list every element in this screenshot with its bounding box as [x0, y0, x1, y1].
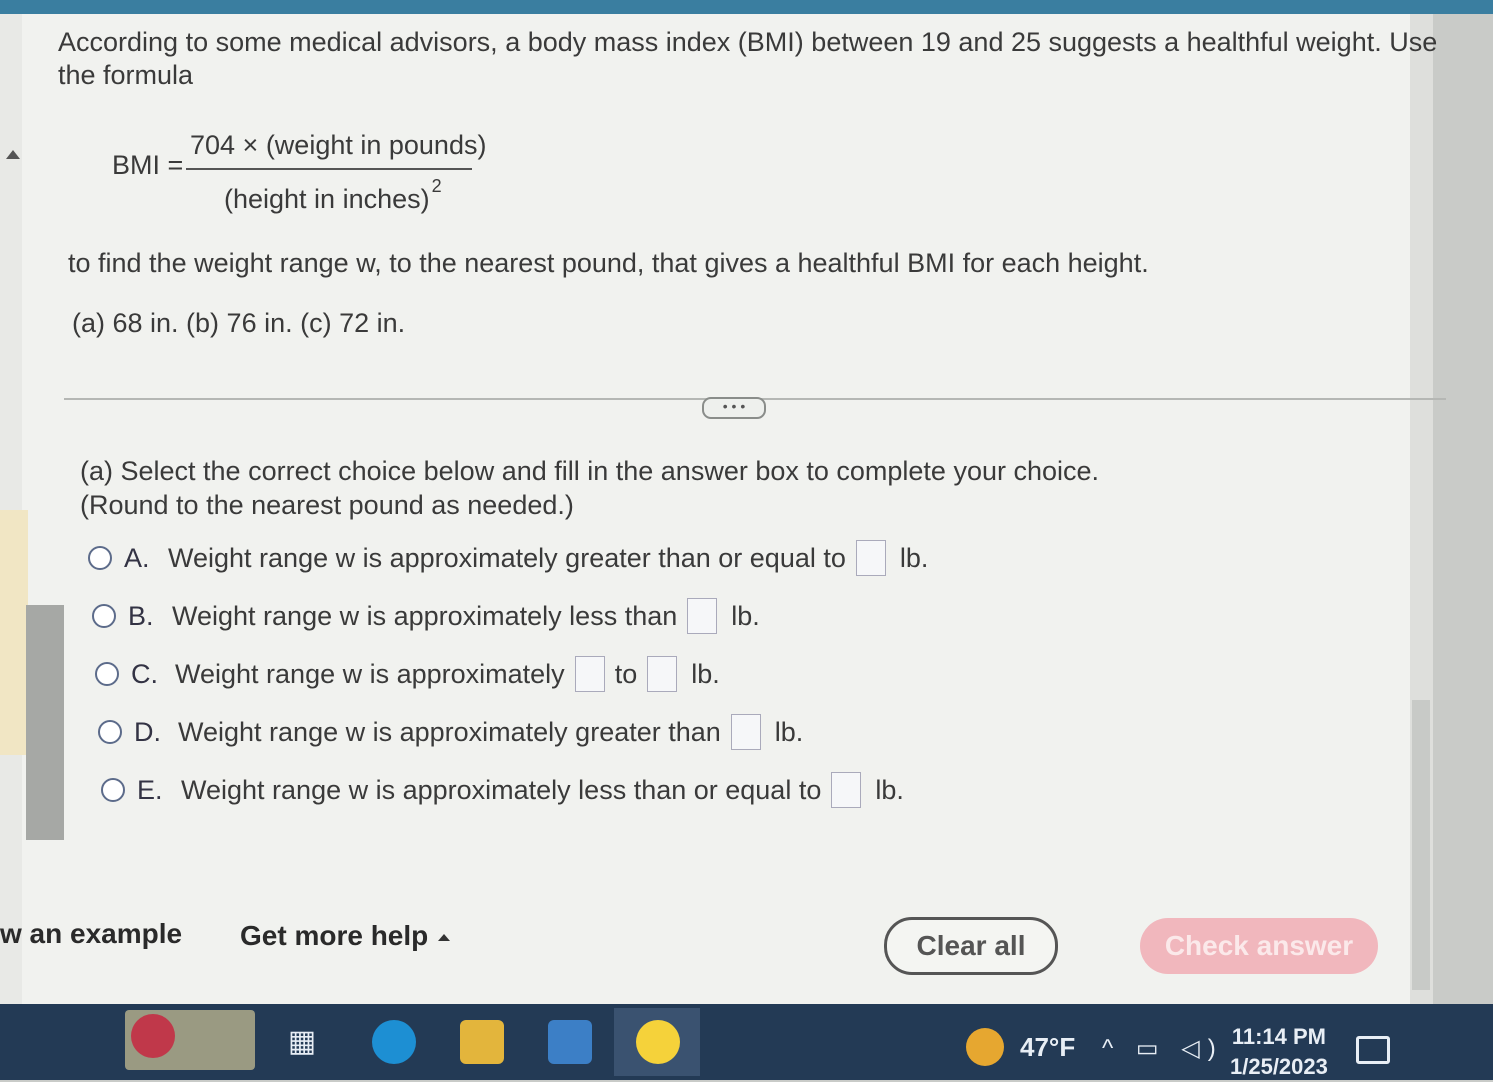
scroll-up-arrow-icon[interactable] — [6, 150, 20, 159]
part-a-note: (Round to the nearest pound as needed.) — [80, 490, 574, 520]
question-instruction: to find the weight range w, to the neare… — [68, 248, 1149, 278]
choice-a[interactable]: A. Weight range w is approximately great… — [88, 540, 928, 576]
clock-time: 11:14 PM — [1231, 1024, 1327, 1049]
radio-d[interactable] — [98, 720, 122, 744]
check-answer-button[interactable]: Check answer — [1140, 918, 1378, 974]
formula-numerator: 704 × (weight in pounds) — [190, 130, 487, 160]
left-scrollbar-thumb[interactable] — [26, 605, 64, 840]
choice-b-letter: B. — [128, 600, 154, 631]
edge-icon[interactable] — [372, 1020, 416, 1064]
radio-e[interactable] — [101, 778, 125, 802]
choice-e-unit: lb. — [875, 774, 904, 805]
system-tray-icons[interactable]: ^ ▭ ◁) — [1102, 1034, 1224, 1063]
fraction-bar — [186, 168, 472, 170]
browser-top-bar — [0, 0, 1493, 14]
answer-box-d[interactable] — [730, 714, 761, 750]
choice-c[interactable]: C. Weight range w is approximately to lb… — [95, 656, 720, 692]
choice-e-text: Weight range w is approximately less tha… — [181, 774, 822, 805]
choice-e-letter: E. — [137, 774, 163, 805]
left-panel-strip — [0, 14, 22, 1004]
clear-all-button[interactable]: Clear all — [884, 917, 1058, 975]
radio-a[interactable] — [88, 546, 112, 570]
choice-c-text: Weight range w is approximately — [175, 658, 565, 689]
formula-denominator: (height in inches) — [224, 184, 430, 214]
radio-b[interactable] — [92, 604, 116, 628]
expand-button[interactable]: • • • — [702, 397, 766, 419]
question-heights: (a) 68 in. (b) 76 in. (c) 72 in. — [72, 308, 406, 338]
question-intro: According to some medical advisors, a bo… — [58, 27, 1438, 90]
answer-box-c-lower[interactable] — [574, 656, 605, 692]
caret-up-icon — [438, 934, 451, 942]
view-example-link[interactable]: w an example — [0, 918, 182, 950]
choice-a-letter: A. — [124, 542, 150, 573]
choice-b-text: Weight range w is approximately less tha… — [172, 600, 678, 631]
part-a-instruction: (a) Select the correct choice below and … — [80, 456, 1100, 486]
clock[interactable]: 11:14 PM 1/25/2023 — [1230, 1022, 1328, 1082]
choice-a-text: Weight range w is approximately greater … — [168, 542, 846, 573]
right-scrollbar-thumb[interactable] — [1412, 700, 1430, 990]
choice-c-unit: lb. — [691, 658, 720, 689]
store-icon[interactable] — [548, 1020, 592, 1064]
choice-d-text: Weight range w is approximately greater … — [178, 716, 721, 747]
get-more-help-label: Get more help — [240, 920, 429, 951]
choice-a-unit: lb. — [899, 542, 929, 573]
left-highlight — [0, 510, 28, 755]
answer-box-b[interactable] — [687, 598, 718, 634]
choice-c-to: to — [614, 658, 638, 689]
clock-date: 1/25/2023 — [1230, 1054, 1328, 1079]
answer-box-c-upper[interactable] — [647, 656, 678, 692]
formula-denominator-wrap: (height in inches) 2 — [224, 176, 442, 215]
choice-d-letter: D. — [134, 716, 161, 747]
radio-c[interactable] — [95, 662, 119, 686]
choice-b[interactable]: B. Weight range w is approximately less … — [92, 598, 760, 634]
flower-icon — [131, 1014, 175, 1058]
get-more-help-button[interactable]: Get more help — [240, 920, 451, 952]
chrome-icon[interactable] — [636, 1020, 680, 1064]
taskbar-wallpaper-thumb[interactable] — [125, 1010, 255, 1070]
widgets-icon[interactable]: ▦ — [280, 1020, 324, 1064]
file-explorer-icon[interactable] — [460, 1020, 504, 1064]
answer-box-a[interactable] — [855, 540, 886, 576]
formula-lhs: BMI = — [112, 150, 184, 180]
answer-box-e[interactable] — [831, 772, 862, 808]
weather-moon-icon[interactable] — [966, 1028, 1004, 1066]
choice-b-unit: lb. — [731, 600, 760, 631]
notification-icon[interactable] — [1356, 1036, 1390, 1064]
choice-d-unit: lb. — [774, 716, 804, 747]
part-a-prompt: (a) Select the correct choice below and … — [80, 454, 1099, 522]
choice-d[interactable]: D. Weight range w is approximately great… — [98, 714, 803, 750]
choice-e[interactable]: E. Weight range w is approximately less … — [101, 772, 904, 808]
choice-c-letter: C. — [131, 658, 158, 689]
formula-exponent: 2 — [431, 176, 442, 196]
temperature[interactable]: 47°F — [1020, 1032, 1075, 1063]
